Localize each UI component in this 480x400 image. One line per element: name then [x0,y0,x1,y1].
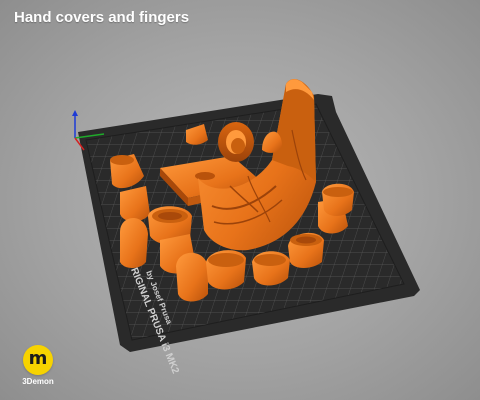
finger-part[interactable] [120,186,150,222]
brand-logo: m 3Demon [18,345,58,386]
finger-ring-part[interactable] [218,122,254,162]
fingertip-part[interactable] [120,218,148,268]
finger-cup-part[interactable] [252,251,290,286]
finger-cup-part[interactable] [322,183,354,216]
logo-badge-icon: m [23,345,53,375]
fingertip-part[interactable] [176,252,208,302]
finger-cup-part[interactable] [288,232,324,268]
logo-letter: m [28,348,48,369]
brand-name: 3Demon [22,377,54,386]
finger-cup-part[interactable] [206,250,246,290]
3d-viewport[interactable]: ORIGINAL PRUSA i3 MK2 by Josef Prusa [0,0,480,400]
